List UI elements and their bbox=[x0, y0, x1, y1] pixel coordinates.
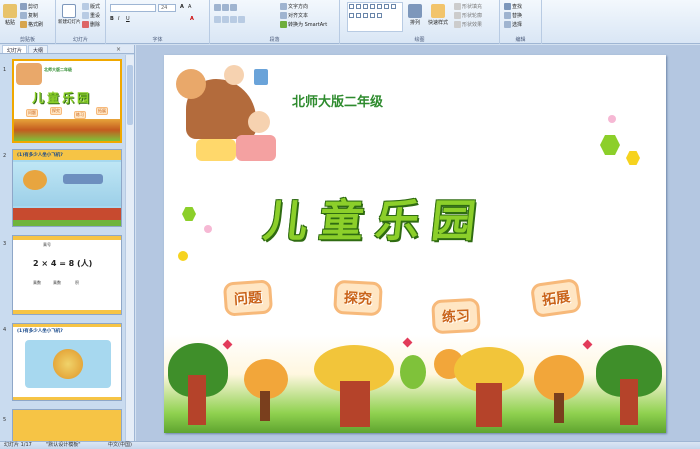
format-painter-button[interactable]: 格式刷 bbox=[20, 21, 43, 28]
grow-font-icon[interactable]: A bbox=[180, 4, 184, 10]
shape-effects-button[interactable]: 形状效果 bbox=[454, 21, 482, 28]
font-name-combo[interactable] bbox=[110, 4, 156, 12]
shape-fill-button[interactable]: 形状填充 bbox=[454, 3, 482, 10]
hexagon-decoration bbox=[600, 135, 620, 155]
slide-thumbnail-1[interactable]: 北师大版二年级 儿童乐园 问题 探究 练习 拓展 bbox=[12, 59, 122, 143]
slide-thumbnail-3[interactable]: 乘号 2 × 4 = 8 (人) 乘数 乘数 积 bbox=[12, 235, 122, 315]
new-slide-button[interactable]: 新建幻灯片 bbox=[58, 4, 81, 25]
slide-editor: 北师大版二年级 儿童乐园 问题 探究 练习 拓展 bbox=[136, 45, 700, 441]
smartart-button[interactable]: 转换为 SmartArt bbox=[280, 21, 327, 28]
shape-outline-button[interactable]: 形状轮廓 bbox=[454, 12, 482, 19]
thumb-carousel bbox=[25, 340, 111, 388]
quick-styles-icon bbox=[431, 4, 445, 18]
select-button[interactable]: 选择 bbox=[504, 21, 522, 28]
thumb-forest bbox=[14, 119, 120, 141]
align-text-icon bbox=[280, 12, 287, 19]
slide-thumbnail-2[interactable]: (1)有多少人坐小飞机? bbox=[12, 149, 122, 227]
align-text-button[interactable]: 对齐文本 bbox=[280, 12, 308, 19]
pane-scrollbar[interactable] bbox=[125, 55, 134, 441]
reset-icon bbox=[82, 12, 89, 19]
binoculars-icon bbox=[504, 3, 511, 10]
forest-illustration bbox=[164, 335, 666, 433]
thumb-number: 1 bbox=[3, 67, 7, 73]
underline-icon[interactable]: U bbox=[126, 16, 130, 22]
dot-decoration bbox=[204, 225, 212, 233]
delete-button[interactable]: 删除 bbox=[82, 21, 100, 28]
font-group: 24 A A B I U A 字体 bbox=[106, 0, 210, 44]
paint-bucket-icon bbox=[454, 3, 461, 10]
status-bar: 幻灯片 1/17 "默认设计模板" 中文(中国) bbox=[0, 441, 700, 449]
drawing-group: 排列 快速样式 形状填充 形状轮廓 形状效果 绘图 bbox=[340, 0, 500, 44]
layout-icon bbox=[82, 3, 89, 10]
font-size-combo[interactable]: 24 bbox=[158, 4, 176, 12]
paste-icon bbox=[3, 4, 17, 18]
grade-subtitle: 北师大版二年级 bbox=[292, 95, 384, 110]
hexagon-decoration bbox=[182, 207, 196, 221]
slide-canvas[interactable]: 北师大版二年级 儿童乐园 问题 探究 练习 拓展 bbox=[164, 55, 666, 433]
slides-pane: 幻灯片 大纲 × 1 北师大版二年级 儿童乐园 问题 探究 练习 拓展 2 (1… bbox=[0, 45, 135, 449]
tag-explore[interactable]: 探究 bbox=[333, 279, 383, 317]
slide-counter: 幻灯片 1/17 bbox=[4, 442, 32, 448]
find-button[interactable]: 查找 bbox=[504, 3, 522, 10]
layout-button[interactable]: 版式 bbox=[82, 3, 100, 10]
dot-decoration bbox=[608, 115, 616, 123]
new-slide-icon bbox=[62, 4, 76, 18]
theme-name: "默认设计模板" bbox=[46, 442, 81, 448]
ribbon: 粘贴 剪切 复制 格式刷 剪贴板 新建幻灯片 版式 重设 删除 幻灯片 24 A… bbox=[0, 0, 700, 44]
smartart-icon bbox=[280, 21, 287, 28]
tag-practice[interactable]: 练习 bbox=[431, 297, 481, 335]
pane-tabs: 幻灯片 大纲 bbox=[0, 45, 134, 54]
thumb-illustration bbox=[16, 63, 42, 85]
arrange-button[interactable]: 排列 bbox=[408, 4, 422, 26]
editing-group: 查找 替换 选择 编辑 bbox=[500, 0, 542, 44]
slide-thumbnail-4[interactable]: (1)有多少人坐小飞机? bbox=[12, 323, 122, 401]
brush-icon bbox=[20, 21, 27, 28]
cut-button[interactable]: 剪切 bbox=[20, 3, 38, 10]
thumb-train bbox=[13, 208, 121, 220]
children-horse-illustration bbox=[176, 59, 288, 167]
copy-icon bbox=[20, 12, 27, 19]
cursor-icon bbox=[504, 21, 511, 28]
scissors-icon bbox=[20, 3, 27, 10]
reset-button[interactable]: 重设 bbox=[82, 12, 100, 19]
paragraph-group: 文字方向 对齐文本 转换为 SmartArt 段落 bbox=[210, 0, 340, 44]
italic-icon[interactable]: I bbox=[118, 16, 119, 22]
tag-expand[interactable]: 拓展 bbox=[529, 277, 583, 319]
clipboard-group: 粘贴 剪切 复制 格式刷 剪贴板 bbox=[0, 0, 56, 44]
replace-button[interactable]: 替换 bbox=[504, 12, 522, 19]
align-icons[interactable] bbox=[214, 16, 245, 23]
bullets-icon[interactable] bbox=[214, 4, 237, 11]
hexagon-decoration bbox=[626, 151, 640, 165]
dot-decoration bbox=[178, 251, 188, 261]
language-indicator[interactable]: 中文(中国) bbox=[108, 442, 132, 449]
effects-icon bbox=[454, 21, 461, 28]
scroll-thumb[interactable] bbox=[127, 65, 133, 125]
bold-icon[interactable]: B bbox=[110, 16, 114, 22]
copy-button[interactable]: 复制 bbox=[20, 12, 38, 19]
replace-icon bbox=[504, 12, 511, 19]
shrink-font-icon[interactable]: A bbox=[188, 4, 191, 10]
tab-slides[interactable]: 幻灯片 bbox=[2, 45, 28, 54]
shapes-gallery[interactable] bbox=[347, 2, 403, 32]
tab-outline[interactable]: 大纲 bbox=[28, 45, 49, 54]
pen-icon bbox=[454, 12, 461, 19]
delete-icon bbox=[82, 21, 89, 28]
close-icon[interactable]: × bbox=[116, 46, 121, 53]
arrange-icon bbox=[408, 4, 422, 18]
slide-title: 儿童乐园 bbox=[260, 196, 491, 247]
tag-problem[interactable]: 问题 bbox=[222, 279, 274, 317]
text-direction-icon bbox=[280, 3, 287, 10]
quick-styles-button[interactable]: 快速样式 bbox=[426, 4, 450, 26]
paste-button[interactable]: 粘贴 bbox=[3, 4, 17, 26]
text-direction-button[interactable]: 文字方向 bbox=[280, 3, 308, 10]
font-color-icon[interactable]: A bbox=[190, 16, 194, 22]
slides-group: 新建幻灯片 版式 重设 删除 幻灯片 bbox=[56, 0, 106, 44]
